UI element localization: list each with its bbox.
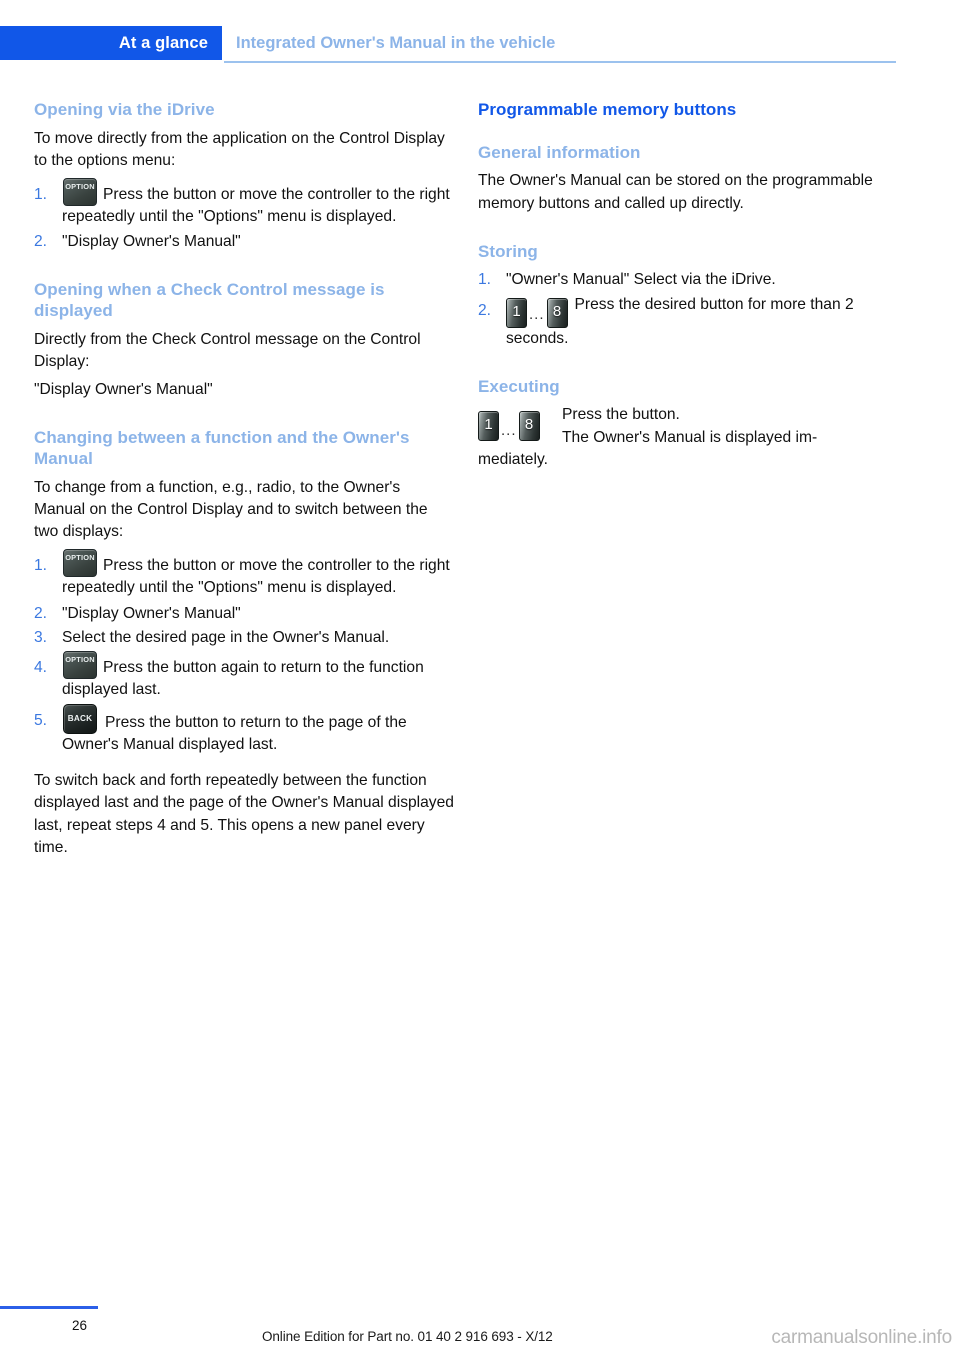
memory-button-8-icon: 8 bbox=[518, 411, 540, 442]
step-number: 1. bbox=[478, 271, 492, 289]
memory-button-8-label: 8 bbox=[552, 302, 562, 320]
memory-buttons-icon: 1 ... 8 bbox=[478, 409, 547, 442]
option-button-icon-label: OPTION bbox=[65, 553, 95, 563]
memory-button-1-label: 1 bbox=[484, 416, 493, 434]
heading-opening-via-idrive: Opening via the iDrive bbox=[34, 100, 215, 119]
heading-storing: Storing bbox=[478, 241, 538, 261]
page-header: At a glance Integrated Owner's Manual in… bbox=[0, 26, 960, 60]
memory-button-8-label: 8 bbox=[524, 416, 534, 434]
left-column: Opening via the iDrive To move directly … bbox=[34, 100, 454, 870]
steps-changing-between-function: 1. OPTION Press the button or move the c… bbox=[34, 549, 454, 756]
step-item: 1. "Owner's Manual" Select via the iDriv… bbox=[478, 269, 898, 291]
step-number: 1. bbox=[34, 557, 48, 575]
memory-buttons-ellipsis: ... bbox=[501, 422, 517, 440]
memory-button-8-icon: 8 bbox=[546, 297, 568, 328]
heading-executing: Executing bbox=[478, 376, 560, 396]
step-number: 1. bbox=[34, 186, 48, 204]
paragraph-opening-via-idrive-intro: To move directly from the application on… bbox=[34, 129, 445, 169]
page-number: 26 bbox=[72, 1318, 88, 1333]
header-divider bbox=[224, 61, 896, 63]
executing-line-3: mediately. bbox=[478, 450, 548, 468]
breadcrumb-chapter-tab: At a glance bbox=[0, 26, 222, 60]
step-text: Press the button or move the controller … bbox=[62, 557, 450, 597]
step-item: 2. "Display Owner's Manual" bbox=[34, 231, 454, 253]
option-button-icon: OPTION bbox=[63, 650, 97, 679]
memory-button-1-icon: 1 bbox=[478, 411, 499, 442]
step-text: Press the button to return to the page o… bbox=[62, 714, 407, 754]
memory-button-1-icon: 1 bbox=[506, 297, 527, 328]
back-button-icon: BACK bbox=[63, 704, 97, 735]
step-text: Press the button again to return to the … bbox=[62, 658, 424, 698]
step-text: Select the desired page in the Owner's M… bbox=[62, 628, 390, 646]
step-item: 5. BACK Press the button to return to th… bbox=[34, 704, 454, 756]
option-button-icon: OPTION bbox=[63, 549, 97, 578]
paragraph-check-control-callout: "Display Owner's Manual" bbox=[34, 381, 213, 399]
step-text: Press the button or move the controller … bbox=[62, 186, 450, 226]
step-number: 3. bbox=[34, 628, 48, 646]
back-button-icon-label: BACK bbox=[67, 714, 93, 724]
option-button-icon-label: OPTION bbox=[65, 182, 95, 192]
heading-changing-between-function: Changing between a function and the Owne… bbox=[34, 428, 410, 469]
step-item: 3. Select the desired page in the Owner'… bbox=[34, 627, 454, 649]
step-item: 2. "Display Owner's Manual" bbox=[34, 603, 454, 625]
step-item: 2. 1 ... 8 Press the desired button for … bbox=[478, 294, 898, 350]
option-button-icon: OPTION bbox=[63, 178, 97, 207]
footer-edition-note: Online Edition for Part no. 01 40 2 916 … bbox=[262, 1329, 553, 1344]
paragraph-general-information: The Owner's Manual can be stored on the … bbox=[478, 172, 873, 212]
heading-programmable-memory-buttons: Programmable memory buttons bbox=[478, 100, 737, 119]
step-number: 2. bbox=[478, 301, 492, 319]
memory-button-1-label: 1 bbox=[512, 302, 521, 320]
step-item: 1. OPTION Press the button or move the c… bbox=[34, 549, 454, 599]
memory-buttons-ellipsis: ... bbox=[529, 306, 545, 324]
step-number: 5. bbox=[34, 712, 48, 730]
step-number: 2. bbox=[34, 233, 48, 251]
step-text: "Owner's Manual" Select via the iDrive. bbox=[506, 271, 776, 289]
step-number: 4. bbox=[34, 658, 48, 676]
option-button-icon-label: OPTION bbox=[65, 654, 95, 664]
heading-general-information: General information bbox=[478, 142, 641, 162]
memory-buttons-group: 1 ... 8 bbox=[478, 411, 540, 442]
step-text: "Display Owner's Manual" bbox=[62, 233, 241, 251]
step-item: 4. OPTION Press the button again to retu… bbox=[34, 650, 454, 701]
executing-block: 1 ... 8 Press the button. The Owner's Ma… bbox=[478, 404, 898, 448]
heading-opening-check-control: Opening when a Check Control message is … bbox=[34, 280, 385, 321]
memory-buttons-icon: 1 ... 8 bbox=[506, 297, 568, 328]
steps-opening-via-idrive: 1. OPTION Press the button or move the c… bbox=[34, 178, 454, 253]
footer-divider bbox=[0, 1306, 98, 1309]
breadcrumb-subject: Integrated Owner's Manual in the vehicle bbox=[236, 34, 556, 52]
step-number: 2. bbox=[34, 604, 48, 622]
right-column: Programmable memory buttons General info… bbox=[478, 100, 898, 471]
step-item: 1. OPTION Press the button or move the c… bbox=[34, 178, 454, 228]
step-text: "Display Owner's Manual" bbox=[62, 604, 241, 622]
paragraph-changing-outro: To switch back and forth repeatedly betw… bbox=[34, 772, 454, 856]
steps-storing: 1. "Owner's Manual" Select via the iDriv… bbox=[478, 269, 898, 349]
site-watermark: carmanualsonline.info bbox=[771, 1327, 952, 1348]
paragraph-changing-intro: To change from a function, e.g., radio, … bbox=[34, 478, 428, 541]
paragraph-check-control-intro: Directly from the Check Control message … bbox=[34, 330, 421, 371]
